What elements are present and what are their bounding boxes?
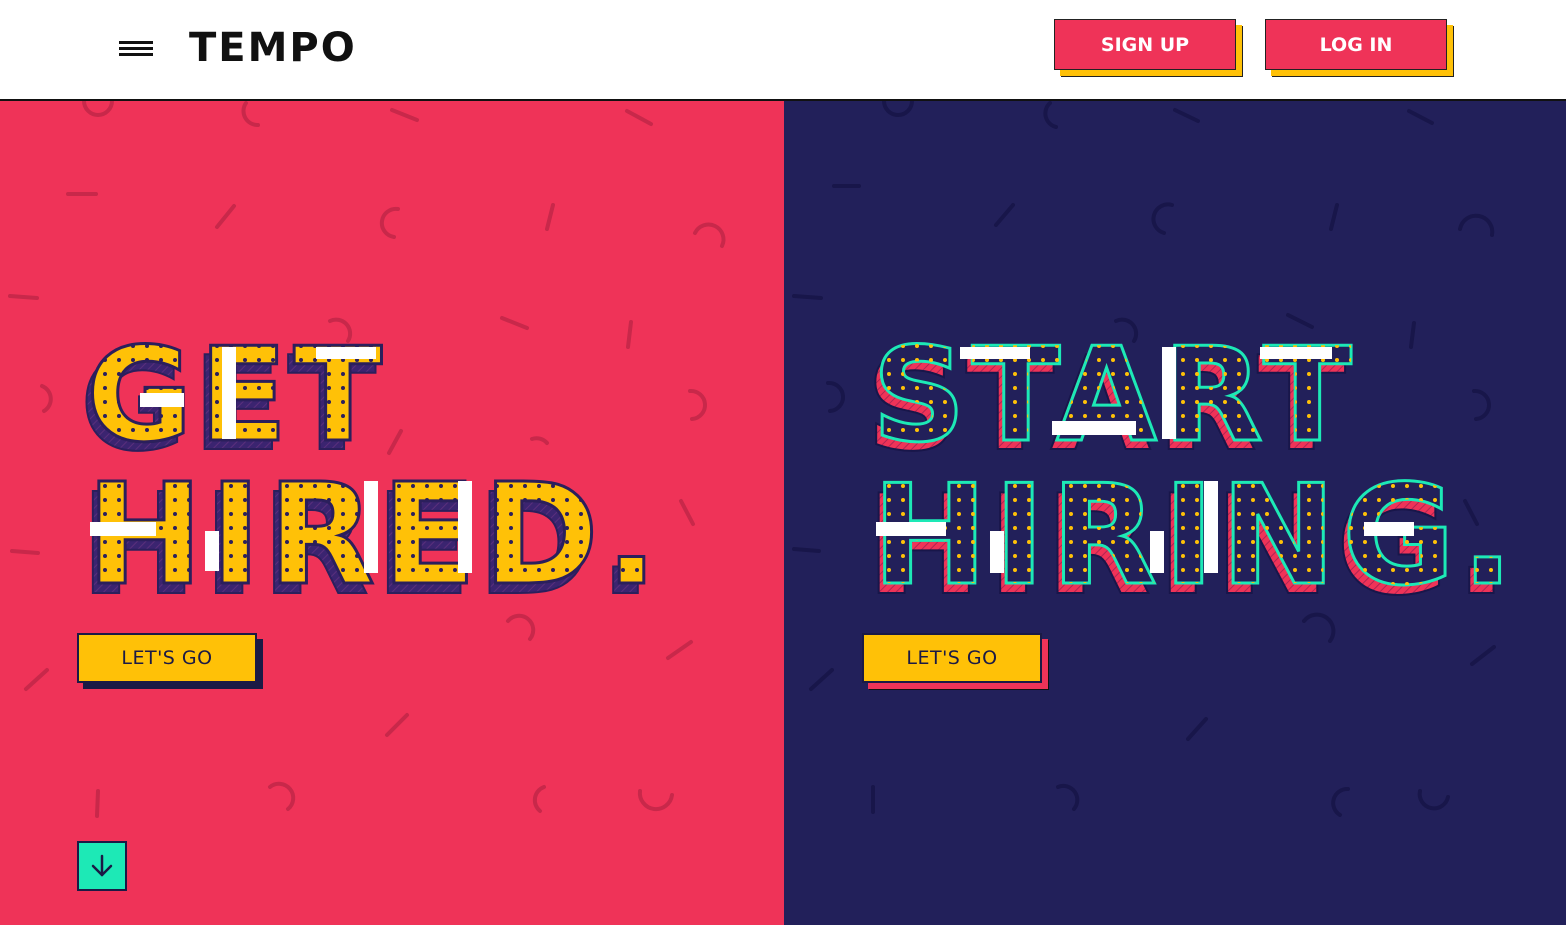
site-header: TEMPO SIGN UP LOG IN — [0, 0, 1566, 101]
scroll-down-button[interactable] — [77, 841, 127, 891]
get-hired-headline: GET HIRED. GET GET HIRED. HIRED. — [79, 318, 660, 629]
start-hiring-headline: START HIRING. START START HIRING. HIRING… — [865, 318, 1520, 628]
employer-panel: START HIRING. START START HIRING. HIRING… — [784, 101, 1566, 925]
headline-line1-dots: GET — [86, 319, 388, 471]
sign-up-button[interactable]: SIGN UP — [1054, 19, 1236, 70]
hamburger-menu-icon[interactable] — [119, 41, 153, 57]
get-hired-lets-go-button[interactable]: LET'S GO — [77, 633, 257, 683]
start-hiring-lets-go-button[interactable]: LET'S GO — [862, 633, 1042, 683]
job-seeker-panel: GET HIRED. GET GET HIRED. HIRED. LET'S G… — [0, 101, 784, 925]
headline-line1-dots: START — [872, 319, 1358, 471]
arrow-down-icon — [91, 854, 113, 877]
logo[interactable]: TEMPO — [189, 24, 357, 72]
log-in-button[interactable]: LOG IN — [1265, 19, 1447, 70]
headline-line2-dots: HIRING. — [872, 455, 1520, 616]
